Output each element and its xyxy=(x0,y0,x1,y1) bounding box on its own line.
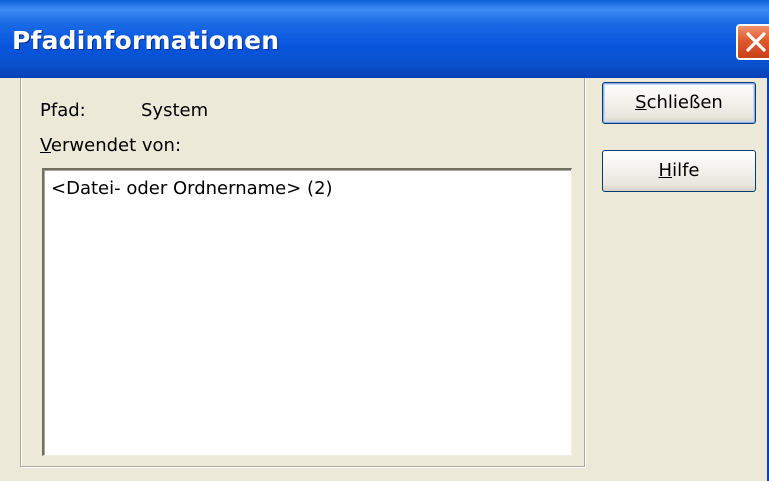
dialog-window: Pfadinformationen Pfad: System Verwendet… xyxy=(0,0,769,481)
title-bar[interactable]: Pfadinformationen xyxy=(0,0,769,78)
help-button-label: ilfe xyxy=(672,160,700,181)
path-label: Pfad: xyxy=(40,100,86,121)
window-title: Pfadinformationen xyxy=(12,26,280,55)
help-button[interactable]: Hilfe xyxy=(602,150,756,192)
used-by-list[interactable]: <Datei- oder Ordnername> (2) xyxy=(42,168,572,456)
help-button-accel: H xyxy=(658,160,673,181)
path-value: System xyxy=(141,100,209,121)
close-button-label: chließen xyxy=(646,92,723,113)
close-button[interactable]: Schließen xyxy=(602,82,756,124)
close-x-icon xyxy=(746,32,766,52)
used-by-accel: V xyxy=(40,135,51,156)
list-item[interactable]: <Datei- oder Ordnername> (2) xyxy=(51,178,333,199)
used-by-rest: erwendet von: xyxy=(50,135,182,156)
close-window-button[interactable] xyxy=(736,24,769,60)
close-button-accel: S xyxy=(635,92,647,113)
used-by-label: Verwendet von: xyxy=(40,135,181,156)
